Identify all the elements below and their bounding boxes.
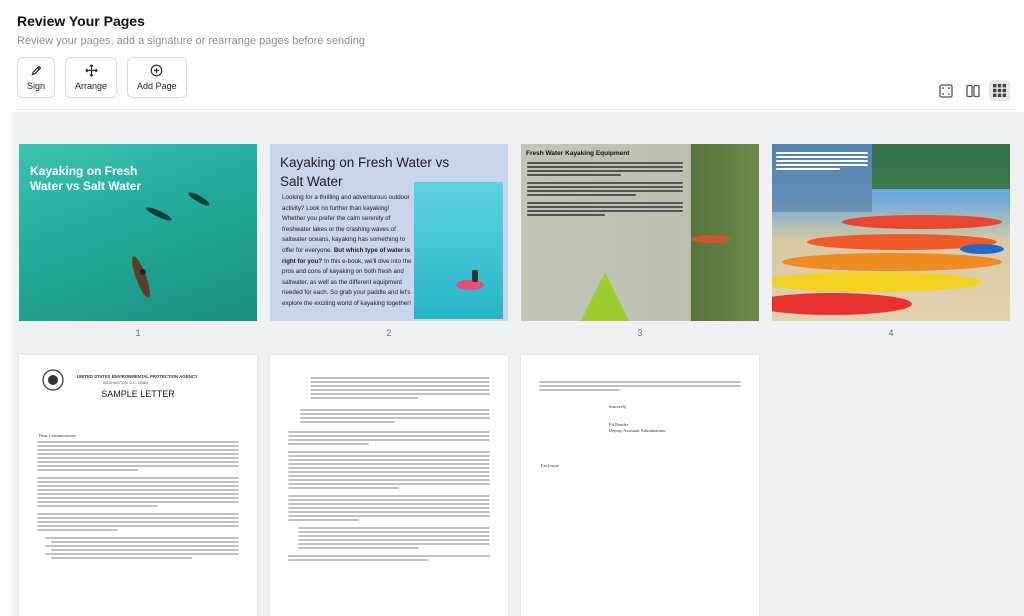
agency-name: UNITED STATES ENVIRONMENTAL PROTECTION A… xyxy=(77,374,198,379)
page-thumbnail-2[interactable]: Kayaking on Fresh Water vs Salt Water Lo… xyxy=(270,144,508,321)
letter-title: SAMPLE LETTER xyxy=(101,389,175,399)
document-page-6[interactable] xyxy=(270,355,508,616)
letter-enclosure: Enclosure xyxy=(541,463,559,468)
sign-label: Sign xyxy=(27,81,46,91)
letter-salutation: Dear Commissioner: xyxy=(39,433,77,438)
page-number-1: 1 xyxy=(135,328,141,338)
fit-view-button[interactable] xyxy=(935,80,956,101)
grid-view-icon xyxy=(993,84,1006,97)
add-page-label: Add Page xyxy=(137,81,177,91)
grid-view-button[interactable] xyxy=(989,80,1010,101)
fit-view-icon xyxy=(938,83,953,98)
kayak-photo xyxy=(414,182,503,319)
arrange-button[interactable]: Arrange xyxy=(65,57,118,98)
plus-circle-icon xyxy=(150,64,163,77)
agency-city: WASHINGTON, D.C. 20460 xyxy=(103,381,148,385)
page-thumbnail-3[interactable]: Fresh Water Kayaking Equipment xyxy=(521,144,759,321)
page-grid: Kayaking on Fresh Water vs Salt Water 1 … xyxy=(12,112,1024,616)
page-2-body: Looking for a thrilling and adventurous … xyxy=(282,193,412,310)
two-column-icon xyxy=(965,84,980,97)
arrange-label: Arrange xyxy=(75,81,108,91)
letter-body xyxy=(539,381,741,393)
page-title: Review Your Pages xyxy=(17,13,145,29)
epa-seal-icon xyxy=(42,369,64,391)
letter-body xyxy=(310,377,490,401)
kayaks-beach-image xyxy=(772,144,1010,315)
move-icon xyxy=(84,64,98,77)
two-column-view-button[interactable] xyxy=(962,80,983,101)
sign-button[interactable]: Sign xyxy=(17,57,56,98)
kayak-bow-image xyxy=(581,235,731,321)
page-thumbnail-4[interactable] xyxy=(772,144,1010,321)
page-thumbnail-1[interactable]: Kayaking on Fresh Water vs Salt Water xyxy=(19,144,257,321)
letter-body xyxy=(37,441,239,561)
divider xyxy=(17,109,1015,110)
page-header: Review Your Pages Review your pages, add… xyxy=(17,13,365,48)
toolbar: Sign Arrange Add Page xyxy=(17,57,187,98)
letter-closing: Sincerely, xyxy=(609,404,627,409)
letter-body xyxy=(300,409,490,425)
kayak-image xyxy=(132,192,210,298)
page-number-4: 4 xyxy=(888,328,894,338)
page-number-3: 3 xyxy=(637,328,643,338)
signer-name: Ed Bender xyxy=(609,422,629,427)
add-page-button[interactable]: Add Page xyxy=(127,57,187,98)
signer-role: Deputy Assistant Administrator xyxy=(609,428,666,433)
page-number-2: 2 xyxy=(386,328,392,338)
document-page-5[interactable]: UNITED STATES ENVIRONMENTAL PROTECTION A… xyxy=(19,355,257,616)
page-2-body-text: Looking for a thrilling and adventurous … xyxy=(282,194,410,254)
pen-icon xyxy=(31,65,41,76)
document-page-7[interactable]: Sincerely, Ed Bender Deputy Assistant Ad… xyxy=(521,355,759,616)
page-subtitle: Review your pages, add a signature or re… xyxy=(17,35,365,47)
letter-body xyxy=(288,431,490,563)
